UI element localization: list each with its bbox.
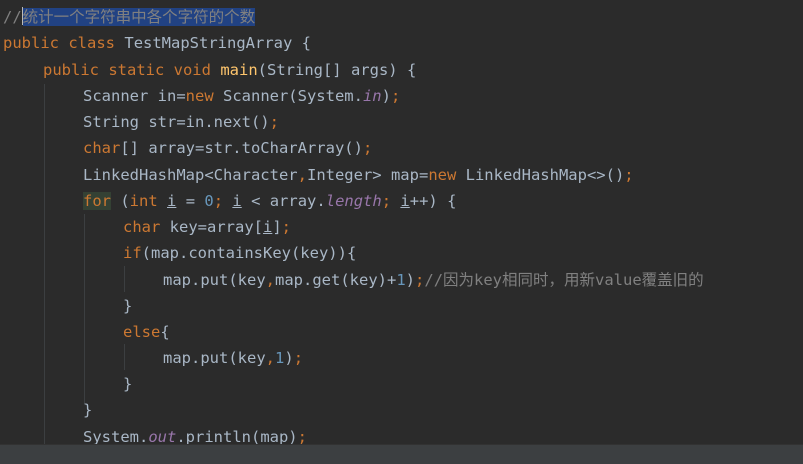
keyword-for: for <box>83 192 111 210</box>
code-text: key=array[ <box>160 218 263 236</box>
code-line-8[interactable]: for (int i = 0; i < array.length; i++) { <box>83 188 456 214</box>
code-line-4[interactable]: Scanner in=new Scanner(System.in); <box>83 83 400 109</box>
code-line-14[interactable]: map.put(key,1); <box>163 345 303 371</box>
code-text: LinkedHashMap<Character <box>83 166 298 184</box>
loop-variable-i: i <box>167 192 177 210</box>
code-text: ] <box>272 218 282 236</box>
code-text: LinkedHashMap<>() <box>456 166 625 184</box>
opening-brace: { <box>160 323 170 341</box>
code-text: = <box>176 192 205 210</box>
loop-variable-i: i <box>232 192 242 210</box>
semicolon: ; <box>269 113 279 131</box>
code-text: ++) { <box>409 192 457 210</box>
indent-guide <box>124 266 125 292</box>
comma: , <box>265 349 275 367</box>
code-line-15[interactable]: } <box>123 371 132 397</box>
code-line-5[interactable]: String str=in.next(); <box>83 109 279 135</box>
closing-brace: } <box>83 401 93 419</box>
keyword-if: if <box>123 244 142 262</box>
code-line-16[interactable]: } <box>83 397 92 423</box>
code-text: ) <box>405 271 416 289</box>
code-line-3[interactable]: public static void main(String[] args) { <box>43 57 416 83</box>
code-text: map.put(key <box>163 349 266 367</box>
keyword-new: new <box>428 166 457 184</box>
loop-variable-i: i <box>400 192 410 210</box>
closing-brace: } <box>123 297 133 315</box>
code-line-7[interactable]: LinkedHashMap<Character,Integer> map=new… <box>83 162 634 188</box>
code-text: map.get(key)+ <box>275 271 397 289</box>
method-params: (String[] args) { <box>257 61 417 79</box>
code-line-2[interactable]: public class TestMapStringArray { <box>3 30 311 56</box>
code-line-9[interactable]: char key=array[i]; <box>123 214 291 240</box>
keyword-char: char <box>123 218 161 236</box>
semicolon: ; <box>624 166 634 184</box>
code-text: [] array=str.toCharArray() <box>120 139 363 157</box>
semicolon: ; <box>293 349 304 367</box>
field-length: length <box>325 192 382 210</box>
number-literal: 1 <box>275 349 285 367</box>
semicolon: ; <box>281 218 292 236</box>
code-line-10[interactable]: if(map.containsKey(key)){ <box>123 240 356 266</box>
code-editor[interactable]: //统计一个字符串中各个字符的个数 public class TestMapSt… <box>0 0 803 464</box>
method-name-main: main <box>220 61 258 79</box>
code-text: Scanner(System. <box>213 87 363 105</box>
code-text: ) <box>381 87 391 105</box>
closing-brace: } <box>123 375 133 393</box>
horizontal-scrollbar[interactable] <box>0 444 803 464</box>
semicolon: ; <box>381 192 392 210</box>
semicolon: ; <box>213 192 224 210</box>
comment-slashes: // <box>3 8 22 26</box>
keyword-public: public <box>3 34 59 52</box>
keyword-int: int <box>129 192 158 210</box>
keyword-else: else <box>123 323 161 341</box>
keyword-new: new <box>185 87 214 105</box>
code-text: < array. <box>241 192 326 210</box>
comma: , <box>265 271 275 289</box>
code-text: (map.containsKey(key)){ <box>141 244 357 262</box>
method-modifiers: public static void <box>43 61 211 79</box>
keyword-class: class <box>68 34 116 52</box>
selected-comment-text[interactable]: 统计一个字符串中各个字符的个数 <box>22 8 256 26</box>
inline-comment: //因为key相同时，用新value覆盖旧的 <box>424 271 704 289</box>
code-text: map.put(key <box>163 271 266 289</box>
code-text: String str=in.next() <box>83 113 270 131</box>
indent-guide <box>84 214 85 404</box>
number-literal: 1 <box>396 271 406 289</box>
code-line-12[interactable]: } <box>123 293 132 319</box>
indent-guide <box>124 344 125 370</box>
class-name: TestMapStringArray { <box>124 34 311 52</box>
semicolon: ; <box>390 87 401 105</box>
comma: , <box>297 166 307 184</box>
code-text: ( <box>111 192 130 210</box>
code-line-6[interactable]: char[] array=str.toCharArray(); <box>83 135 372 161</box>
number-literal: 0 <box>204 192 214 210</box>
code-line-1[interactable]: //统计一个字符串中各个字符的个数 <box>3 4 256 30</box>
indent-guide <box>44 84 45 444</box>
semicolon: ; <box>362 139 373 157</box>
keyword-char: char <box>83 139 121 157</box>
code-line-13[interactable]: else{ <box>123 319 170 345</box>
code-text: ) <box>284 349 294 367</box>
semicolon: ; <box>415 271 425 289</box>
code-line-11[interactable]: map.put(key,map.get(key)+1);//因为key相同时，用… <box>163 267 704 293</box>
code-text: Scanner in= <box>83 87 186 105</box>
loop-variable-i: i <box>262 218 273 236</box>
code-text: Integer> map= <box>306 166 429 184</box>
static-field-in: in <box>362 87 382 105</box>
